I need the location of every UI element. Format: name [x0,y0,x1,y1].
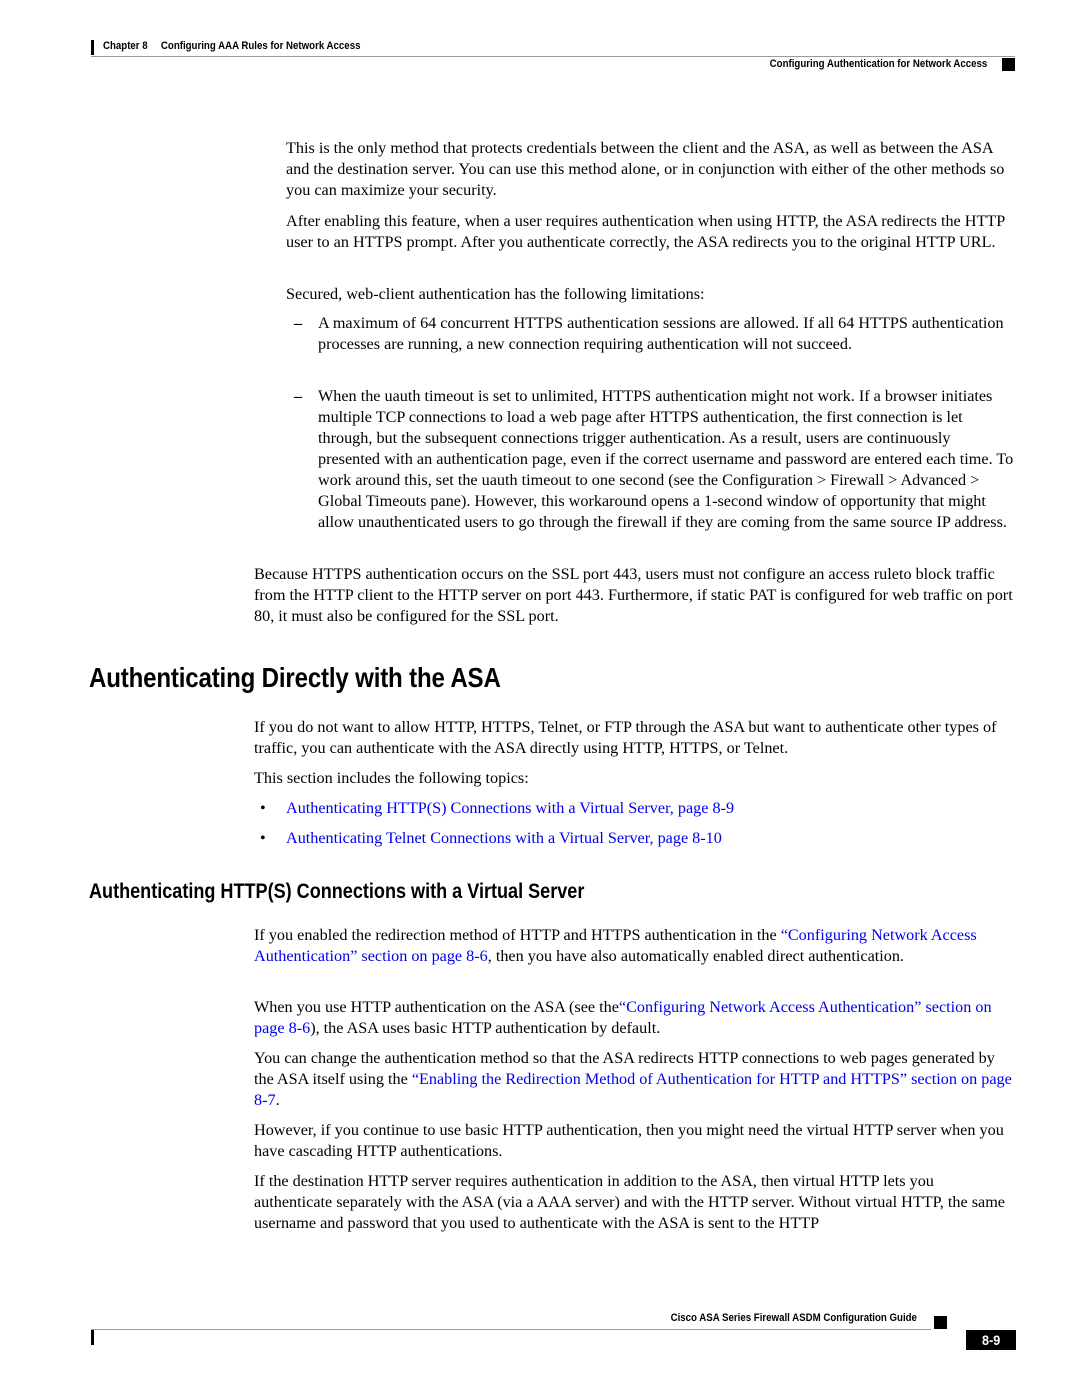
limitation-item: – When the uauth timeout is set to unlim… [286,386,1016,533]
topic-link-http-virtual-server[interactable]: Authenticating HTTP(S) Connections with … [286,799,734,817]
intro-paragraph-3: Secured, web-client authentication has t… [286,285,705,303]
header-rule [91,56,1015,57]
footer-rule [91,1329,931,1330]
text-run: ), the ASA uses basic HTTP authenticatio… [310,1019,661,1037]
text-run: If you enabled the redirection method of… [254,926,781,944]
text-run: , then you have also automatically enabl… [487,947,904,965]
section2-paragraph-1: If you enabled the redirection method of… [254,925,1016,967]
intro-paragraph-4: Because HTTPS authentication occurs on t… [254,565,1013,625]
limitation-item: – A maximum of 64 concurrent HTTPS authe… [286,313,1016,355]
bullet-marker: • [260,799,266,817]
text-run: . [275,1091,280,1109]
header-square-marker [1002,58,1015,71]
section-header: Configuring Authentication for Network A… [769,58,987,70]
dash-marker: – [294,314,303,332]
section2-paragraph-3: You can change the authentication method… [254,1048,1016,1111]
limitation-text: When the uauth timeout is set to unlimit… [318,387,1014,531]
topic-link-telnet-virtual-server[interactable]: Authenticating Telnet Connections with a… [286,829,722,847]
footer-left-bar [91,1330,94,1345]
section-heading: Authenticating Directly with the ASA [89,662,501,693]
section2-paragraph-2: When you use HTTP authentication on the … [254,997,1016,1039]
intro-paragraph-2: After enabling this feature, when a user… [286,212,1005,251]
chapter-number: Chapter 8 [103,40,148,52]
text-run: When you use HTTP authentication on the … [254,998,619,1016]
section2-paragraph-4: However, if you continue to use basic HT… [254,1121,1004,1160]
section1-paragraph-2: This section includes the following topi… [254,769,529,787]
section1-paragraph-1: If you do not want to allow HTTP, HTTPS,… [254,718,997,757]
topic-list-item: • Authenticating HTTP(S) Connections with… [254,798,734,819]
page-number: 8-9 [981,1332,1001,1348]
bullet-marker: • [260,829,266,847]
footer-square-marker [934,1316,947,1329]
limitation-text: A maximum of 64 concurrent HTTPS authent… [318,314,1004,353]
chapter-title: Configuring AAA Rules for Network Access [160,40,361,52]
guide-title: Cisco ASA Series Firewall ASDM Configura… [670,1312,917,1324]
topic-list-item: • Authenticating Telnet Connections with … [254,828,722,849]
page-number-badge: 8-9 [966,1330,1016,1350]
header-left-bar [91,40,94,55]
section2-paragraph-5: If the destination HTTP server requires … [254,1172,1005,1232]
intro-paragraph-1: This is the only method that protects cr… [286,139,1005,199]
subsection-heading: Authenticating HTTP(S) Connections with … [89,880,585,903]
dash-marker: – [294,387,303,405]
chapter-header: Chapter 8 Configuring AAA Rules for Netw… [103,40,360,52]
